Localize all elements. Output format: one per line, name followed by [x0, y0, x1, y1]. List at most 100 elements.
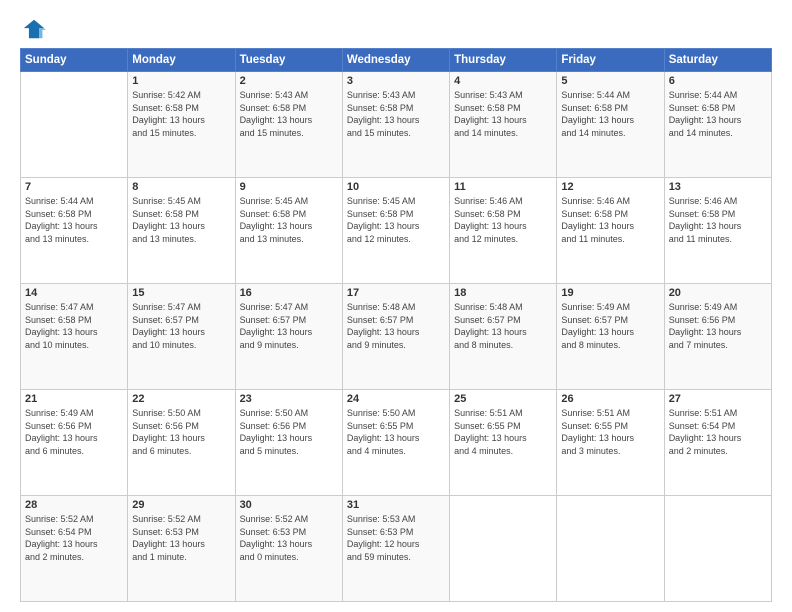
day-info: Sunrise: 5:49 AM Sunset: 6:57 PM Dayligh… [561, 301, 659, 351]
calendar-cell: 19 Sunrise: 5:49 AM Sunset: 6:57 PM Dayli… [557, 284, 664, 390]
day-number: 12 [561, 181, 659, 193]
calendar-week-5: 28 Sunrise: 5:52 AM Sunset: 6:54 PM Dayli… [21, 496, 772, 602]
day-of-week-friday: Friday [557, 49, 664, 72]
calendar-cell: 28 Sunrise: 5:52 AM Sunset: 6:54 PM Dayli… [21, 496, 128, 602]
calendar-cell: 22 Sunrise: 5:50 AM Sunset: 6:56 PM Dayli… [128, 390, 235, 496]
day-of-week-thursday: Thursday [450, 49, 557, 72]
day-number: 10 [347, 181, 445, 193]
calendar-cell: 6 Sunrise: 5:44 AM Sunset: 6:58 PM Daylig… [664, 72, 771, 178]
day-info: Sunrise: 5:44 AM Sunset: 6:58 PM Dayligh… [669, 89, 767, 139]
day-number: 31 [347, 499, 445, 511]
calendar-cell [664, 496, 771, 602]
calendar-cell: 21 Sunrise: 5:49 AM Sunset: 6:56 PM Dayli… [21, 390, 128, 496]
calendar-cell: 7 Sunrise: 5:44 AM Sunset: 6:58 PM Daylig… [21, 178, 128, 284]
calendar-cell: 27Sunrise: 5:51 AM Sunset: 6:54 PM Dayli… [664, 390, 771, 496]
calendar-cell: 8 Sunrise: 5:45 AM Sunset: 6:58 PM Daylig… [128, 178, 235, 284]
logo-icon [20, 18, 48, 40]
day-info: Sunrise: 5:50 AM Sunset: 6:56 PM Dayligh… [240, 407, 338, 457]
day-info: Sunrise: 5:43 AM Sunset: 6:58 PM Dayligh… [240, 89, 338, 139]
day-number: 7 [25, 181, 123, 193]
calendar-cell [450, 496, 557, 602]
calendar-cell: 29 Sunrise: 5:52 AM Sunset: 6:53 PM Dayli… [128, 496, 235, 602]
day-info: Sunrise: 5:52 AM Sunset: 6:54 PM Dayligh… [25, 513, 123, 563]
day-number: 22 [132, 393, 230, 405]
calendar-cell: 9 Sunrise: 5:45 AM Sunset: 6:58 PM Daylig… [235, 178, 342, 284]
page: SundayMondayTuesdayWednesdayThursdayFrid… [0, 0, 792, 612]
day-number: 6 [669, 75, 767, 87]
calendar-cell: 25Sunrise: 5:51 AM Sunset: 6:55 PM Dayli… [450, 390, 557, 496]
day-info: Sunrise: 5:47 AM Sunset: 6:57 PM Dayligh… [240, 301, 338, 351]
day-number: 20 [669, 287, 767, 299]
day-of-week-monday: Monday [128, 49, 235, 72]
calendar-week-1: 1 Sunrise: 5:42 AM Sunset: 6:58 PM Daylig… [21, 72, 772, 178]
calendar: SundayMondayTuesdayWednesdayThursdayFrid… [20, 48, 772, 602]
day-info: Sunrise: 5:45 AM Sunset: 6:58 PM Dayligh… [240, 195, 338, 245]
day-info: Sunrise: 5:47 AM Sunset: 6:57 PM Dayligh… [132, 301, 230, 351]
day-number: 15 [132, 287, 230, 299]
day-info: Sunrise: 5:45 AM Sunset: 6:58 PM Dayligh… [347, 195, 445, 245]
day-number: 9 [240, 181, 338, 193]
day-number: 16 [240, 287, 338, 299]
calendar-cell: 20 Sunrise: 5:49 AM Sunset: 6:56 PM Dayli… [664, 284, 771, 390]
logo [20, 18, 52, 40]
day-info: Sunrise: 5:52 AM Sunset: 6:53 PM Dayligh… [132, 513, 230, 563]
calendar-cell: 10 Sunrise: 5:45 AM Sunset: 6:58 PM Dayli… [342, 178, 449, 284]
day-number: 30 [240, 499, 338, 511]
day-info: Sunrise: 5:51 AM Sunset: 6:54 PM Dayligh… [669, 407, 767, 457]
day-number: 29 [132, 499, 230, 511]
day-number: 11 [454, 181, 552, 193]
day-of-week-sunday: Sunday [21, 49, 128, 72]
day-number: 8 [132, 181, 230, 193]
calendar-cell: 15 Sunrise: 5:47 AM Sunset: 6:57 PM Dayli… [128, 284, 235, 390]
day-number: 25 [454, 393, 552, 405]
day-number: 21 [25, 393, 123, 405]
calendar-cell: 3Sunrise: 5:43 AM Sunset: 6:58 PM Daylig… [342, 72, 449, 178]
day-of-week-tuesday: Tuesday [235, 49, 342, 72]
day-info: Sunrise: 5:50 AM Sunset: 6:56 PM Dayligh… [132, 407, 230, 457]
calendar-cell: 11 Sunrise: 5:46 AM Sunset: 6:58 PM Dayli… [450, 178, 557, 284]
day-info: Sunrise: 5:51 AM Sunset: 6:55 PM Dayligh… [561, 407, 659, 457]
calendar-cell: 18 Sunrise: 5:48 AM Sunset: 6:57 PM Dayli… [450, 284, 557, 390]
day-info: Sunrise: 5:42 AM Sunset: 6:58 PM Dayligh… [132, 89, 230, 139]
calendar-cell: 31Sunrise: 5:53 AM Sunset: 6:53 PM Dayli… [342, 496, 449, 602]
day-number: 28 [25, 499, 123, 511]
day-info: Sunrise: 5:46 AM Sunset: 6:58 PM Dayligh… [561, 195, 659, 245]
calendar-cell: 2 Sunrise: 5:43 AM Sunset: 6:58 PM Daylig… [235, 72, 342, 178]
day-info: Sunrise: 5:44 AM Sunset: 6:58 PM Dayligh… [25, 195, 123, 245]
calendar-week-3: 14 Sunrise: 5:47 AM Sunset: 6:58 PM Dayli… [21, 284, 772, 390]
day-info: Sunrise: 5:45 AM Sunset: 6:58 PM Dayligh… [132, 195, 230, 245]
calendar-cell: 24Sunrise: 5:50 AM Sunset: 6:55 PM Dayli… [342, 390, 449, 496]
day-info: Sunrise: 5:50 AM Sunset: 6:55 PM Dayligh… [347, 407, 445, 457]
calendar-cell: 14 Sunrise: 5:47 AM Sunset: 6:58 PM Dayli… [21, 284, 128, 390]
calendar-week-2: 7 Sunrise: 5:44 AM Sunset: 6:58 PM Daylig… [21, 178, 772, 284]
day-info: Sunrise: 5:47 AM Sunset: 6:58 PM Dayligh… [25, 301, 123, 351]
calendar-cell: 30 Sunrise: 5:52 AM Sunset: 6:53 PM Dayli… [235, 496, 342, 602]
calendar-cell: 16 Sunrise: 5:47 AM Sunset: 6:57 PM Dayli… [235, 284, 342, 390]
calendar-cell: 4Sunrise: 5:43 AM Sunset: 6:58 PM Daylig… [450, 72, 557, 178]
calendar-week-4: 21 Sunrise: 5:49 AM Sunset: 6:56 PM Dayli… [21, 390, 772, 496]
day-number: 26 [561, 393, 659, 405]
day-info: Sunrise: 5:49 AM Sunset: 6:56 PM Dayligh… [669, 301, 767, 351]
day-info: Sunrise: 5:46 AM Sunset: 6:58 PM Dayligh… [454, 195, 552, 245]
day-number: 18 [454, 287, 552, 299]
calendar-cell: 23Sunrise: 5:50 AM Sunset: 6:56 PM Dayli… [235, 390, 342, 496]
day-number: 17 [347, 287, 445, 299]
calendar-cell: 17Sunrise: 5:48 AM Sunset: 6:57 PM Dayli… [342, 284, 449, 390]
day-info: Sunrise: 5:49 AM Sunset: 6:56 PM Dayligh… [25, 407, 123, 457]
day-number: 2 [240, 75, 338, 87]
day-of-week-saturday: Saturday [664, 49, 771, 72]
day-info: Sunrise: 5:46 AM Sunset: 6:58 PM Dayligh… [669, 195, 767, 245]
calendar-cell [21, 72, 128, 178]
day-number: 4 [454, 75, 552, 87]
day-number: 19 [561, 287, 659, 299]
calendar-header-row: SundayMondayTuesdayWednesdayThursdayFrid… [21, 49, 772, 72]
day-number: 3 [347, 75, 445, 87]
day-info: Sunrise: 5:48 AM Sunset: 6:57 PM Dayligh… [454, 301, 552, 351]
calendar-cell: 5 Sunrise: 5:44 AM Sunset: 6:58 PM Daylig… [557, 72, 664, 178]
day-number: 13 [669, 181, 767, 193]
day-info: Sunrise: 5:52 AM Sunset: 6:53 PM Dayligh… [240, 513, 338, 563]
day-info: Sunrise: 5:44 AM Sunset: 6:58 PM Dayligh… [561, 89, 659, 139]
day-number: 5 [561, 75, 659, 87]
day-number: 14 [25, 287, 123, 299]
day-number: 1 [132, 75, 230, 87]
